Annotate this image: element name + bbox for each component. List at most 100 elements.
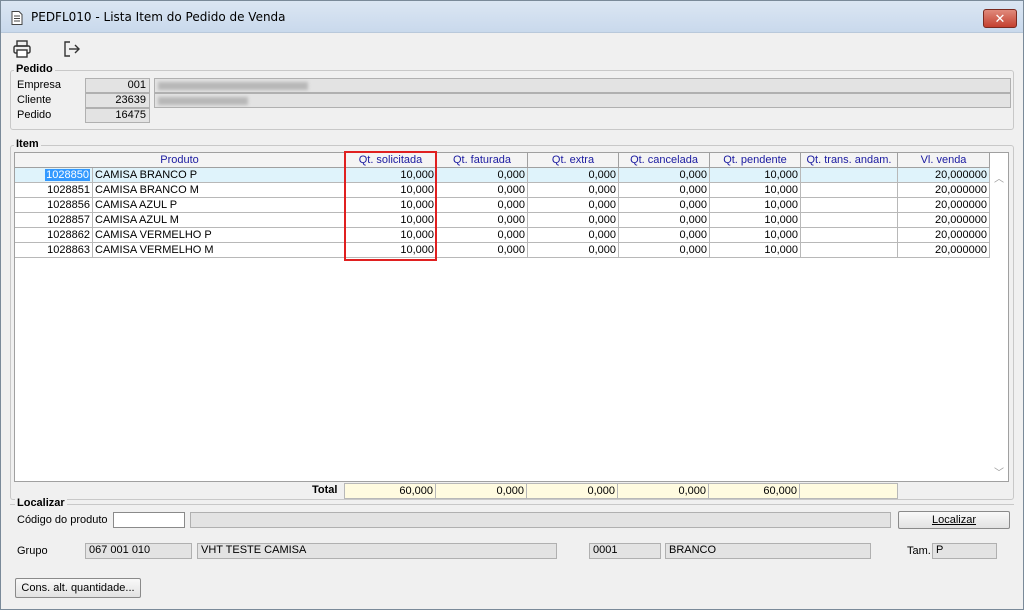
- col-header-qt-extra[interactable]: Qt. extra: [528, 153, 619, 168]
- total-trans-andam: [799, 483, 898, 499]
- cell-venda[interactable]: 20,000000: [898, 243, 990, 258]
- empresa-label: Empresa: [17, 79, 62, 91]
- col-header-produto[interactable]: Produto: [15, 153, 345, 168]
- table-row[interactable]: 1028857 CAMISA AZUL M 10,000 0,000 0,000 0,00…: [15, 213, 990, 228]
- codigo-produto-input[interactable]: [113, 512, 185, 528]
- cell-name[interactable]: CAMISA AZUL M: [93, 213, 345, 228]
- table-row[interactable]: 1028851 CAMISA BRANCO M 10,000 0,000 0,000 0,…: [15, 183, 990, 198]
- total-label: Total: [312, 484, 338, 496]
- cell-code[interactable]: 1028857: [15, 213, 93, 228]
- selected-code: 1028850: [45, 169, 90, 181]
- localizar-group-title: Localizar: [15, 497, 67, 509]
- scroll-down-icon[interactable]: ﹀: [994, 464, 1004, 479]
- cell-extra[interactable]: 0,000: [528, 213, 619, 228]
- exit-icon[interactable]: [62, 39, 82, 59]
- document-icon: [11, 11, 23, 25]
- col-header-qt-cancelada[interactable]: Qt. cancelada: [619, 153, 710, 168]
- cell-name[interactable]: CAMISA VERMELHO P: [93, 228, 345, 243]
- cell-code[interactable]: 1028851: [15, 183, 93, 198]
- cell-name[interactable]: CAMISA VERMELHO M: [93, 243, 345, 258]
- table-row[interactable]: 1028856 CAMISA AZUL P 10,000 0,000 0,000 0,00…: [15, 198, 990, 213]
- cliente-label: Cliente: [17, 94, 52, 106]
- cell-trans[interactable]: [801, 198, 898, 213]
- items-grid: Produto Qt. solicitada Qt. faturada Qt. …: [14, 152, 1009, 482]
- cell-pendente[interactable]: 10,000: [710, 198, 801, 213]
- cliente-code-field: 23639: [85, 93, 150, 108]
- cell-code[interactable]: 1028863: [15, 243, 93, 258]
- total-pendente: 60,000: [708, 483, 800, 499]
- cell-cancelada[interactable]: 0,000: [619, 183, 710, 198]
- cell-faturada[interactable]: 0,000: [437, 243, 528, 258]
- cell-venda[interactable]: 20,000000: [898, 183, 990, 198]
- col-header-qt-faturada[interactable]: Qt. faturada: [437, 153, 528, 168]
- cell-faturada[interactable]: 0,000: [437, 228, 528, 243]
- total-extra: 0,000: [526, 483, 618, 499]
- total-cancelada: 0,000: [617, 483, 709, 499]
- empresa-code-field: 001: [85, 78, 150, 93]
- table-row[interactable]: 1028850 CAMISA BRANCO P 10,000 0,000 0,000 0,…: [15, 168, 990, 183]
- cell-extra[interactable]: 0,000: [528, 198, 619, 213]
- cell-name[interactable]: CAMISA AZUL P: [93, 198, 345, 213]
- vertical-scrollbar[interactable]: ︿ ﹀: [990, 168, 1008, 481]
- cell-venda[interactable]: 20,000000: [898, 168, 990, 183]
- cell-pendente[interactable]: 10,000: [710, 168, 801, 183]
- cell-extra[interactable]: 0,000: [528, 243, 619, 258]
- cell-name[interactable]: CAMISA BRANCO P: [93, 168, 345, 183]
- cell-code[interactable]: 1028850: [15, 168, 93, 183]
- cell-faturada[interactable]: 0,000: [437, 168, 528, 183]
- close-button[interactable]: ✕: [983, 9, 1017, 28]
- printer-icon[interactable]: [12, 39, 32, 59]
- cell-trans[interactable]: [801, 228, 898, 243]
- cell-venda[interactable]: 20,000000: [898, 228, 990, 243]
- cell-pendente[interactable]: 10,000: [710, 183, 801, 198]
- cell-trans[interactable]: [801, 243, 898, 258]
- empresa-name-field: [154, 78, 1011, 93]
- codigo-produto-label: Código do produto: [17, 514, 108, 526]
- tam-label: Tam.: [907, 545, 931, 557]
- cor-code-field: 0001: [589, 543, 661, 559]
- pedido-code-field: 16475: [85, 108, 150, 123]
- cell-cancelada[interactable]: 0,000: [619, 198, 710, 213]
- cell-venda[interactable]: 20,000000: [898, 213, 990, 228]
- cell-pendente[interactable]: 10,000: [710, 213, 801, 228]
- cell-cancelada[interactable]: 0,000: [619, 168, 710, 183]
- cell-code[interactable]: 1028862: [15, 228, 93, 243]
- codigo-produto-desc-field: [190, 512, 891, 528]
- localizar-button[interactable]: Localizar: [898, 511, 1010, 529]
- cell-cancelada[interactable]: 0,000: [619, 243, 710, 258]
- cell-faturada[interactable]: 0,000: [437, 198, 528, 213]
- window-title: PEDFL010 - Lista Item do Pedido de Venda: [31, 10, 286, 24]
- cell-pendente[interactable]: 10,000: [710, 243, 801, 258]
- cell-venda[interactable]: 20,000000: [898, 198, 990, 213]
- col-header-qt-trans-andam[interactable]: Qt. trans. andam.: [801, 153, 898, 168]
- table-row[interactable]: 1028862 CAMISA VERMELHO P 10,000 0,000 0,000…: [15, 228, 990, 243]
- toolbar: [1, 34, 1023, 64]
- col-header-qt-pendente[interactable]: Qt. pendente: [710, 153, 801, 168]
- cell-cancelada[interactable]: 0,000: [619, 228, 710, 243]
- cell-extra[interactable]: 0,000: [528, 183, 619, 198]
- cell-trans[interactable]: [801, 213, 898, 228]
- localizar-button-label: Localizar: [931, 514, 977, 526]
- cell-code[interactable]: 1028856: [15, 198, 93, 213]
- cell-cancelada[interactable]: 0,000: [619, 213, 710, 228]
- cell-trans[interactable]: [801, 168, 898, 183]
- cell-faturada[interactable]: 0,000: [437, 213, 528, 228]
- total-faturada: 0,000: [435, 483, 527, 499]
- grupo-code-field: 067 001 010: [85, 543, 192, 559]
- cell-pendente[interactable]: 10,000: [710, 228, 801, 243]
- grupo-label: Grupo: [17, 545, 48, 557]
- tam-field: P: [932, 543, 997, 559]
- cell-extra[interactable]: 0,000: [528, 168, 619, 183]
- main-window: PEDFL010 - Lista Item do Pedido de Venda…: [0, 0, 1024, 610]
- col-header-vl-venda[interactable]: Vl. venda: [898, 153, 990, 168]
- cell-trans[interactable]: [801, 183, 898, 198]
- cons-alt-quantidade-button[interactable]: Cons. alt. quantidade...: [15, 578, 141, 598]
- cell-faturada[interactable]: 0,000: [437, 183, 528, 198]
- cell-extra[interactable]: 0,000: [528, 228, 619, 243]
- pedido-group-title: Pedido: [14, 63, 55, 75]
- total-solicitada: 60,000: [344, 483, 436, 499]
- cell-name[interactable]: CAMISA BRANCO M: [93, 183, 345, 198]
- scroll-up-icon[interactable]: ︿: [994, 170, 1004, 185]
- table-row[interactable]: 1028863 CAMISA VERMELHO M 10,000 0,000 0,000…: [15, 243, 990, 258]
- pedido-label: Pedido: [17, 109, 52, 121]
